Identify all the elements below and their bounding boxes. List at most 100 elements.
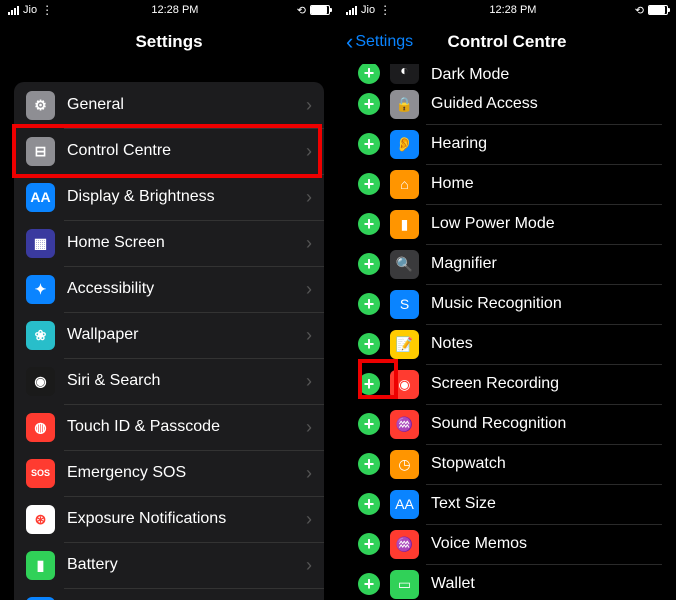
battery-icon	[648, 5, 668, 15]
status-time: 12:28 PM	[489, 4, 536, 16]
control-item-magnifier[interactable]: +🔍Magnifier	[352, 244, 662, 284]
row-icon: ▮	[26, 551, 55, 580]
row-icon: ⊟	[26, 137, 55, 166]
control-item-stopwatch[interactable]: +◷Stopwatch	[352, 444, 662, 484]
add-button[interactable]: +	[358, 573, 380, 595]
control-icon: S	[390, 290, 419, 319]
battery-icon	[310, 5, 330, 15]
control-item-sound-recognition[interactable]: +♒Sound Recognition	[352, 404, 662, 444]
row-icon: SOS	[26, 459, 55, 488]
row-icon: ❀	[26, 321, 55, 350]
control-item-text-size[interactable]: + AA Text Size	[352, 484, 662, 524]
add-button[interactable]: +	[358, 413, 380, 435]
item-label: Magnifier	[431, 255, 656, 273]
item-label: Hearing	[431, 135, 656, 153]
status-bar: Jio ⋮ 12:28 PM ⟲	[0, 0, 338, 20]
settings-row-wallpaper[interactable]: ❀ Wallpaper›	[14, 312, 324, 358]
signal-icon	[346, 6, 357, 15]
settings-row-home-screen[interactable]: ▦Home Screen›	[14, 220, 324, 266]
control-icon: ⌂	[390, 170, 419, 199]
control-item-home[interactable]: + ⌂ Home	[352, 164, 662, 204]
list-item[interactable]: + ◐ Dark Mode	[352, 64, 662, 84]
row-icon: ▦	[26, 229, 55, 258]
control-item-low-power-mode[interactable]: +▮Low Power Mode	[352, 204, 662, 244]
chevron-right-icon: ›	[306, 279, 312, 300]
settings-screen: Jio ⋮ 12:28 PM ⟲ Settings ⚙General› ⊟ Cont…	[0, 0, 338, 600]
chevron-right-icon: ›	[306, 509, 312, 530]
header: ‹ Settings Control Centre	[338, 20, 676, 64]
settings-row-privacy[interactable]: ✋Privacy›	[14, 588, 324, 600]
control-item-music-recognition[interactable]: +SMusic Recognition	[352, 284, 662, 324]
settings-row-general[interactable]: ⚙General›	[14, 82, 324, 128]
orientation-lock-icon: ⟲	[297, 4, 306, 17]
row-icon: ✋	[26, 597, 55, 600]
row-icon: ⊛	[26, 505, 55, 534]
settings-list: ⚙General›⊟Control Centre›AADisplay & Bri…	[14, 82, 324, 600]
control-icon: 👂	[390, 130, 419, 159]
add-button[interactable]: +	[358, 373, 380, 395]
control-icon: 📝	[390, 330, 419, 359]
row-label: Touch ID & Passcode	[67, 418, 306, 436]
add-button[interactable]: +	[358, 293, 380, 315]
chevron-right-icon: ›	[306, 141, 312, 162]
chevron-right-icon: ›	[306, 233, 312, 254]
control-item-voice-memos[interactable]: +♒Voice Memos	[352, 524, 662, 564]
settings-row-emergency-sos[interactable]: SOSEmergency SOS›	[14, 450, 324, 496]
settings-row-display-brightness[interactable]: AADisplay & Brightness›	[14, 174, 324, 220]
add-button[interactable]: +	[358, 213, 380, 235]
row-icon: ⚙	[26, 91, 55, 120]
control-icon: ▭	[390, 570, 419, 599]
add-button[interactable]: +	[358, 64, 380, 84]
signal-icon	[8, 6, 19, 15]
orientation-lock-icon: ⟲	[635, 4, 644, 17]
control-item-guided-access[interactable]: +🔒Guided Access	[352, 84, 662, 124]
settings-row-accessibility[interactable]: ✦Accessibility›	[14, 266, 324, 312]
add-button[interactable]: +	[358, 93, 380, 115]
dark-mode-icon: ◐	[390, 64, 419, 84]
add-button[interactable]: +	[358, 453, 380, 475]
row-label: Control Centre	[67, 142, 306, 160]
page-title: Control Centre	[448, 32, 567, 52]
row-label: Display & Brightness	[67, 188, 306, 206]
page-title: Settings	[135, 32, 202, 52]
chevron-right-icon: ›	[306, 325, 312, 346]
chevron-right-icon: ›	[306, 371, 312, 392]
status-time: 12:28 PM	[151, 4, 198, 16]
control-item-wallet[interactable]: +▭Wallet	[352, 564, 662, 600]
item-label: Screen Recording	[431, 375, 656, 393]
add-button[interactable]: +	[358, 133, 380, 155]
item-label: Home	[431, 175, 656, 193]
wifi-icon: ⋮	[41, 3, 53, 17]
control-item-notes[interactable]: +📝Notes	[352, 324, 662, 364]
add-button[interactable]: +	[358, 493, 380, 515]
row-label: Wallpaper	[67, 326, 306, 344]
control-item-screen-recording[interactable]: +◉Screen Recording	[352, 364, 662, 404]
settings-row-siri-search[interactable]: ◉ Siri & Search›	[14, 358, 324, 404]
control-icon: AA	[390, 490, 419, 519]
wifi-icon: ⋮	[379, 3, 391, 17]
item-label: Text Size	[431, 495, 656, 513]
item-label: Guided Access	[431, 95, 656, 113]
row-label: Emergency SOS	[67, 464, 306, 482]
add-button[interactable]: +	[358, 333, 380, 355]
carrier-label: Jio	[361, 4, 375, 16]
item-label: Sound Recognition	[431, 415, 656, 433]
settings-row-touch-id-passcode[interactable]: ◍Touch ID & Passcode›	[14, 404, 324, 450]
add-button[interactable]: +	[358, 173, 380, 195]
chevron-left-icon: ‹	[346, 29, 353, 55]
row-label: Siri & Search	[67, 372, 306, 390]
controls-list: +🔒Guided Access+👂Hearing+⌂Home+▮Low Powe…	[352, 84, 662, 600]
chevron-right-icon: ›	[306, 417, 312, 438]
settings-row-control-centre[interactable]: ⊟ Control Centre›	[14, 128, 324, 174]
chevron-right-icon: ›	[306, 95, 312, 116]
settings-row-battery[interactable]: ▮Battery›	[14, 542, 324, 588]
chevron-right-icon: ›	[306, 555, 312, 576]
row-icon: ◉	[26, 367, 55, 396]
add-button[interactable]: +	[358, 253, 380, 275]
item-label: Dark Mode	[431, 66, 656, 84]
control-item-hearing[interactable]: + 👂 Hearing	[352, 124, 662, 164]
add-button[interactable]: +	[358, 533, 380, 555]
row-label: Accessibility	[67, 280, 306, 298]
back-button[interactable]: ‹ Settings	[346, 29, 413, 55]
settings-row-exposure-notifications[interactable]: ⊛Exposure Notifications›	[14, 496, 324, 542]
